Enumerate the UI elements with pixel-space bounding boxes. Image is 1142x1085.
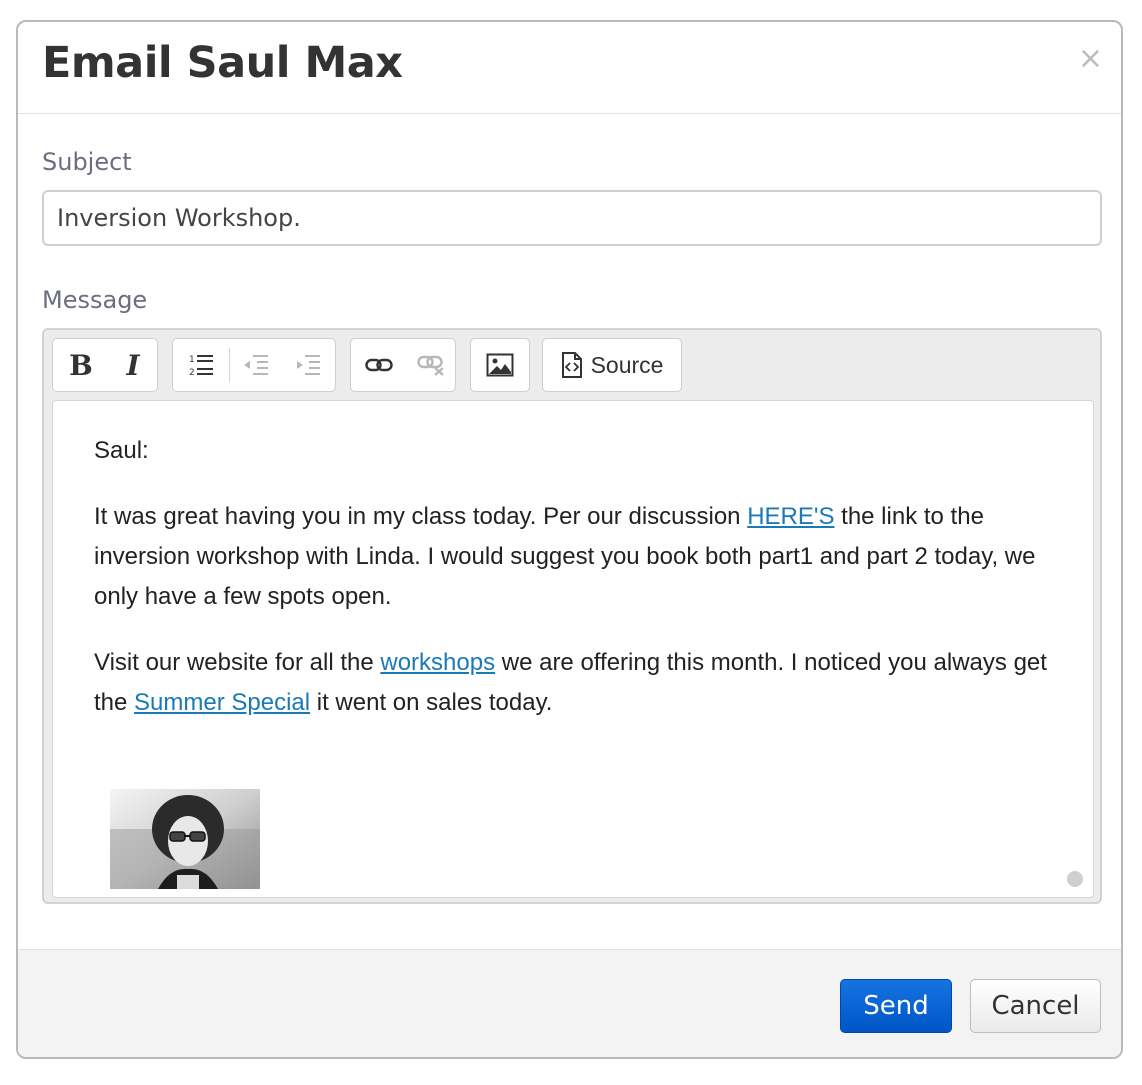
message-editor: B I 1 2 Source Saul: It was great having… — [42, 328, 1102, 904]
numbered-list-icon[interactable]: 1 2 — [173, 339, 229, 391]
dialog-header: Email Saul Max × — [18, 22, 1121, 114]
indent-icon[interactable] — [282, 339, 334, 391]
workshops-link[interactable]: workshops — [380, 649, 495, 676]
toolbar-group-lists: 1 2 — [172, 338, 336, 392]
image-icon[interactable] — [471, 339, 529, 391]
toolbar-group-links — [350, 338, 456, 392]
message-paragraph-2: Visit our website for all the workshops … — [94, 649, 1047, 716]
summer-special-link[interactable]: Summer Special — [134, 689, 310, 716]
send-button[interactable]: Send — [840, 979, 952, 1033]
source-icon — [561, 352, 582, 378]
bold-icon[interactable]: B — [53, 339, 109, 391]
unlink-icon[interactable] — [407, 339, 455, 391]
dialog-footer: Send Cancel — [18, 949, 1121, 1057]
message-paragraph-1: It was great having you in my class toda… — [94, 503, 1036, 610]
message-label: Message — [42, 286, 148, 314]
signature-photo — [110, 789, 260, 889]
resize-handle[interactable] — [1067, 871, 1083, 887]
source-label: Source — [590, 351, 664, 378]
svg-text:2: 2 — [189, 368, 195, 378]
greeting-text: Saul: — [94, 437, 149, 464]
heres-link[interactable]: HERE'S — [747, 503, 834, 530]
italic-icon[interactable]: I — [109, 339, 157, 391]
toolbar-group-source: Source — [542, 338, 682, 392]
outdent-icon[interactable] — [230, 339, 282, 391]
subject-input[interactable]: Inversion Workshop. — [42, 190, 1102, 246]
toolbar-group-format: B I — [52, 338, 158, 392]
source-button[interactable]: Source — [543, 339, 681, 391]
svg-text:1: 1 — [189, 355, 195, 365]
subject-label: Subject — [42, 148, 132, 176]
close-icon[interactable]: × — [1078, 44, 1103, 74]
toolbar-group-image — [470, 338, 530, 392]
message-content[interactable]: Saul: It was great having you in my clas… — [52, 400, 1094, 898]
link-icon[interactable] — [351, 339, 407, 391]
dialog-title: Email Saul Max — [42, 38, 403, 88]
email-dialog: Email Saul Max × Subject Inversion Works… — [16, 20, 1123, 1059]
cancel-button[interactable]: Cancel — [970, 979, 1101, 1033]
